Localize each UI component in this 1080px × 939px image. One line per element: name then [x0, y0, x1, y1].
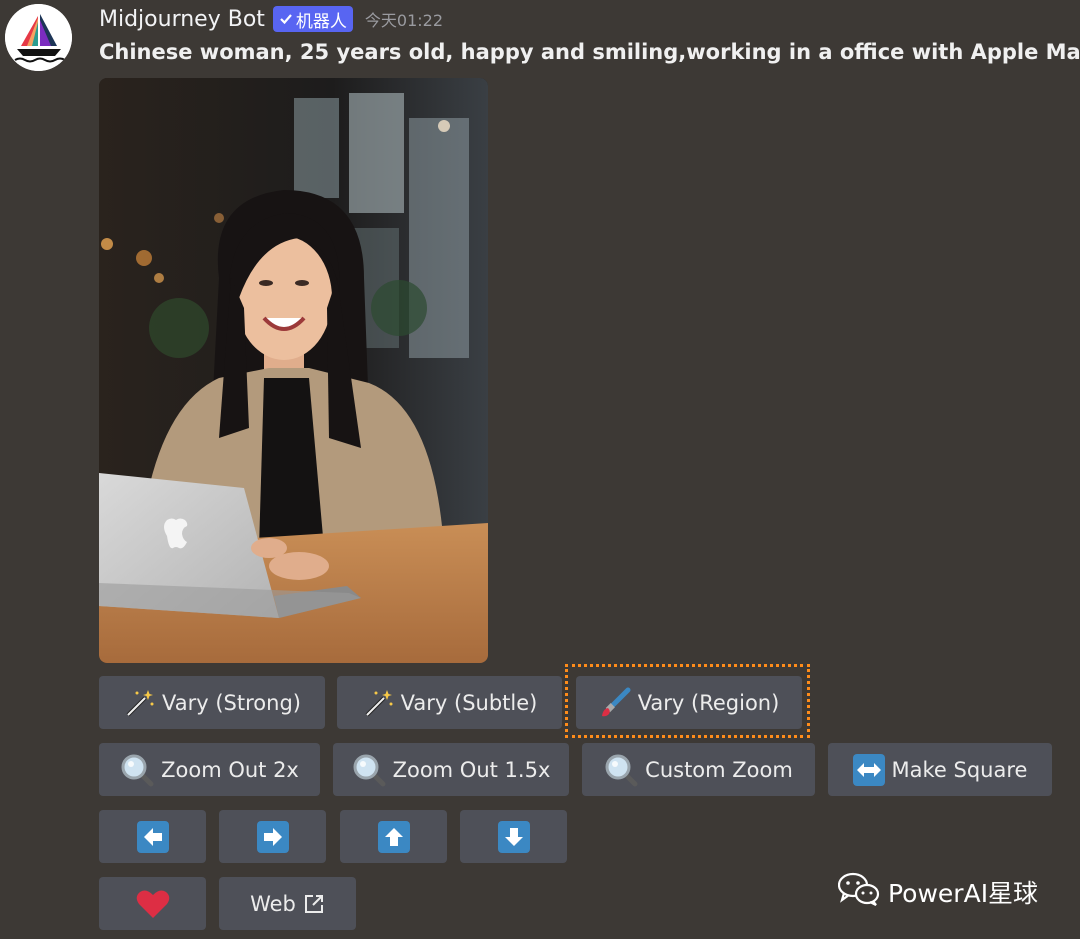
web-link-button[interactable]: Web	[219, 877, 356, 930]
zoom-out-1-5x-button[interactable]: Zoom Out 1.5x	[333, 743, 569, 796]
favorite-button[interactable]	[99, 877, 206, 930]
avatar[interactable]	[5, 4, 72, 71]
prompt-text: Chinese woman, 25 years old, happy and s…	[99, 40, 1080, 64]
web-link-label: Web	[250, 891, 296, 916]
pan-left-button[interactable]	[99, 810, 206, 863]
office-portrait-illustration	[99, 78, 488, 663]
timestamp: 今天01:22	[364, 11, 444, 30]
vary-region-highlight	[565, 664, 810, 738]
custom-zoom-label: Custom Zoom	[645, 757, 793, 782]
custom-zoom-button[interactable]: Custom Zoom	[582, 743, 815, 796]
midjourney-sailboat-logo	[5, 4, 72, 71]
pan-right-button[interactable]	[219, 810, 326, 863]
vary-subtle-label: Vary (Subtle)	[400, 690, 538, 715]
zoom-out-1-5x-label: Zoom Out 1.5x	[392, 757, 551, 782]
username[interactable]: Midjourney Bot	[99, 7, 265, 32]
bot-badge: 机器人	[272, 6, 353, 32]
external-link-icon	[303, 893, 325, 915]
bot-badge-label: 机器人	[295, 11, 347, 32]
zoom-out-2x-label: Zoom Out 2x	[161, 757, 299, 782]
magic-wand-icon	[362, 687, 394, 719]
make-square-button[interactable]: Make Square	[828, 743, 1052, 796]
vary-strong-label: Vary (Strong)	[162, 690, 301, 715]
magnifying-glass-icon	[120, 753, 154, 787]
left-right-arrow-icon	[852, 753, 885, 786]
pan-down-button[interactable]	[460, 810, 567, 863]
heart-icon	[136, 889, 170, 919]
arrow-left-icon	[136, 820, 169, 853]
watermark: PowerAI星球	[837, 872, 1039, 912]
magnifying-glass-icon	[604, 753, 638, 787]
make-square-label: Make Square	[891, 757, 1028, 782]
vary-subtle-button[interactable]: Vary (Subtle)	[337, 676, 562, 729]
magnifying-glass-icon	[352, 753, 386, 787]
vary-strong-button[interactable]: Vary (Strong)	[99, 676, 325, 729]
arrow-right-icon	[256, 820, 289, 853]
arrow-down-icon	[497, 820, 530, 853]
wechat-icon	[837, 872, 880, 912]
pan-up-button[interactable]	[340, 810, 447, 863]
generated-image[interactable]	[99, 78, 488, 663]
magic-wand-icon	[123, 687, 155, 719]
zoom-out-2x-button[interactable]: Zoom Out 2x	[99, 743, 320, 796]
arrow-up-icon	[377, 820, 410, 853]
message-header: Midjourney Bot 机器人 今天01:22	[99, 3, 443, 35]
checkmark-icon	[280, 14, 292, 25]
watermark-text: PowerAI星球	[888, 879, 1039, 908]
